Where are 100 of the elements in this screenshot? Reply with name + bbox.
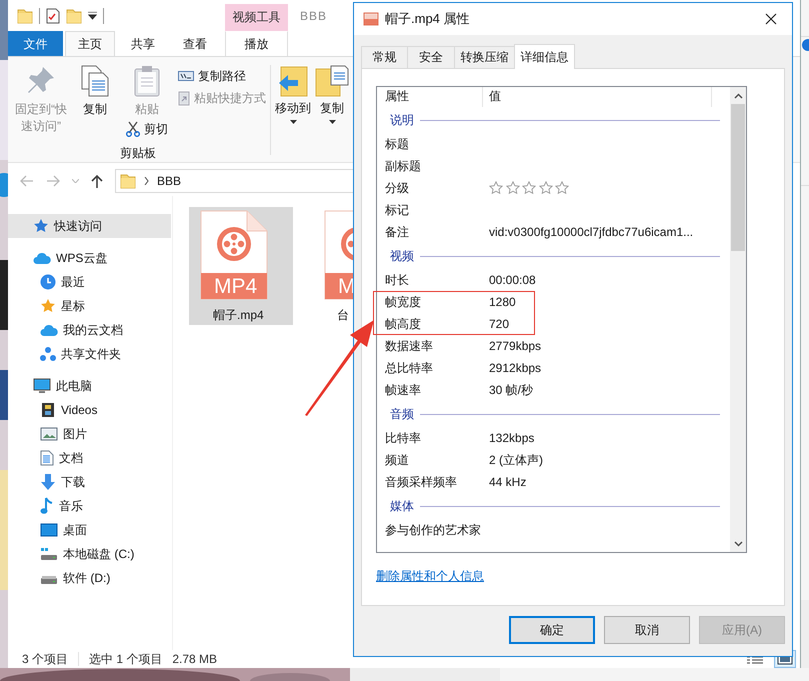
star-icon[interactable] <box>555 181 569 195</box>
sidebar-item[interactable]: WPS云盘 <box>8 246 171 270</box>
path-icon <box>178 71 194 81</box>
sidebar-item[interactable]: 星标 <box>8 294 171 318</box>
property-name: 时长 <box>384 272 410 288</box>
file-tile[interactable]: MP4 帽子.mp4 <box>189 207 293 325</box>
monitor-icon <box>40 523 58 537</box>
properties-icon <box>46 8 60 24</box>
folder-icon <box>17 8 33 24</box>
sidebar-item[interactable]: 快速访问 <box>8 214 171 238</box>
star-icon[interactable] <box>522 181 536 195</box>
scroll-down-icon <box>734 540 742 546</box>
caret-down-icon <box>328 120 336 124</box>
group-label: 剪贴板 <box>120 145 156 162</box>
star-icon[interactable] <box>489 181 503 195</box>
ribbon-tab[interactable]: 主页 <box>65 31 115 56</box>
share-icon <box>40 346 56 362</box>
document-icon <box>40 450 54 466</box>
selection-size: 2.78 MB <box>172 652 218 666</box>
property-name: 帧宽度 <box>384 294 422 310</box>
group-header: 音频 <box>390 406 414 422</box>
up-icon <box>91 174 103 188</box>
property-value: 30 帧/秒 <box>488 382 534 398</box>
sidebar-item[interactable]: 本地磁盘 (C:) <box>8 542 171 566</box>
sidebar-item[interactable]: 图片 <box>8 422 171 446</box>
contextual-tab-group: 视频工具 <box>225 4 288 31</box>
property-name: 总比特率 <box>384 360 434 376</box>
move-to-button[interactable]: 移动到 <box>275 65 311 162</box>
scrollbar[interactable] <box>730 87 746 552</box>
sidebar-item[interactable]: 桌面 <box>8 518 171 542</box>
scissors-icon <box>126 121 140 137</box>
sidebar-item[interactable]: 软件 (D:) <box>8 566 171 590</box>
selection-count: 选中 1 个项目 <box>89 650 162 668</box>
copy-to-icon <box>315 65 349 97</box>
dialog-button[interactable]: 确定 <box>509 616 595 644</box>
copy-to-button[interactable]: 复制 <box>314 65 350 162</box>
star-icon[interactable] <box>538 181 552 195</box>
back-icon <box>20 175 34 187</box>
group-header: 视频 <box>390 248 414 264</box>
star-icon <box>40 298 56 314</box>
dialog-tab[interactable]: 常规 <box>361 46 408 68</box>
scrollbar-thumb[interactable] <box>731 104 745 251</box>
property-value: 2779kbps <box>488 339 542 353</box>
forward-icon <box>46 175 60 187</box>
dialog-tab[interactable]: 详细信息 <box>514 44 575 69</box>
drive-icon <box>40 547 58 561</box>
star-icon[interactable] <box>506 181 520 195</box>
dialog-button[interactable]: 取消 <box>604 616 690 644</box>
column-header[interactable]: 值 <box>483 86 712 106</box>
sidebar-item[interactable]: 此电脑 <box>8 374 171 398</box>
video-file-icon <box>200 210 268 300</box>
copy-button[interactable]: 复制 <box>77 65 113 143</box>
copy-path-button[interactable]: 复制路径 <box>178 65 266 87</box>
property-name: 比特率 <box>384 430 422 446</box>
breadcrumb[interactable]: BBB <box>157 174 182 188</box>
sidebar-item[interactable]: 下载 <box>8 470 171 494</box>
chevron-right-icon <box>144 177 149 185</box>
ribbon-tab[interactable]: 查看 <box>168 31 222 56</box>
remove-properties-link[interactable]: 删除属性和个人信息 <box>376 568 484 585</box>
close-icon <box>765 13 777 25</box>
star-icon <box>33 218 49 234</box>
customize-caret-icon <box>88 12 97 20</box>
file-type-label: MP4 <box>214 276 258 298</box>
shortcut-icon <box>178 90 190 106</box>
cloud-icon <box>33 251 51 265</box>
sidebar-item[interactable]: 最近 <box>8 270 171 294</box>
sidebar-item[interactable]: 共享文件夹 <box>8 342 171 366</box>
film-icon <box>40 402 56 418</box>
copy-icon <box>81 65 109 97</box>
property-value: 720 <box>488 317 510 331</box>
file-name: 台 <box>337 307 349 324</box>
property-name: 频道 <box>384 452 410 468</box>
dialog-title: 帽子.mp4 属性 <box>385 10 470 28</box>
properties-list[interactable]: 属性 值 说明 标题 副标题 分级 标记 备注 vid:v0300fg10000cl7jfdbc77u6icam1... 视频 时长 00:00:08 帧宽度 1280 帧高度 720 数据速率 2779kbps 总比特率 2912kbps 帧速率 30 帧/秒 音频 比特率 132kbps 频道 2 (立体声) 音频采样频率 44 kHz 媒体 参与创作的艺术家 <box>376 86 747 553</box>
rating-stars[interactable] <box>489 181 569 195</box>
ribbon-tab[interactable]: 文件 <box>8 31 63 56</box>
sidebar-item[interactable]: 音乐 <box>8 494 171 518</box>
cut-button[interactable]: 剪切 <box>126 118 168 140</box>
group-header: 说明 <box>390 112 414 128</box>
property-name: 分级 <box>384 180 410 196</box>
sidebar-item[interactable]: Videos <box>8 398 171 422</box>
computer-icon <box>33 378 51 394</box>
property-name: 参与创作的艺术家 <box>384 522 482 538</box>
scroll-up-icon <box>734 92 742 98</box>
image-icon <box>40 427 58 441</box>
column-header[interactable]: 属性 <box>377 86 483 106</box>
cloud-icon <box>40 323 58 337</box>
clock-icon <box>40 274 56 290</box>
property-value: vid:v0300fg10000cl7jfdbc77u6icam1... <box>488 225 694 239</box>
property-name: 帧速率 <box>384 382 422 398</box>
ribbon-tab[interactable]: 共享 <box>118 31 168 56</box>
clipboard-icon <box>134 65 160 97</box>
sidebar-item[interactable]: 我的云文档 <box>8 318 171 342</box>
folder-icon <box>120 173 136 189</box>
move-to-icon <box>277 65 309 97</box>
property-value: 132kbps <box>488 431 534 445</box>
video-file-icon <box>363 11 379 27</box>
sidebar-item[interactable]: 文档 <box>8 446 171 470</box>
new-folder-icon <box>66 8 82 24</box>
caret-down-icon <box>290 120 296 124</box>
